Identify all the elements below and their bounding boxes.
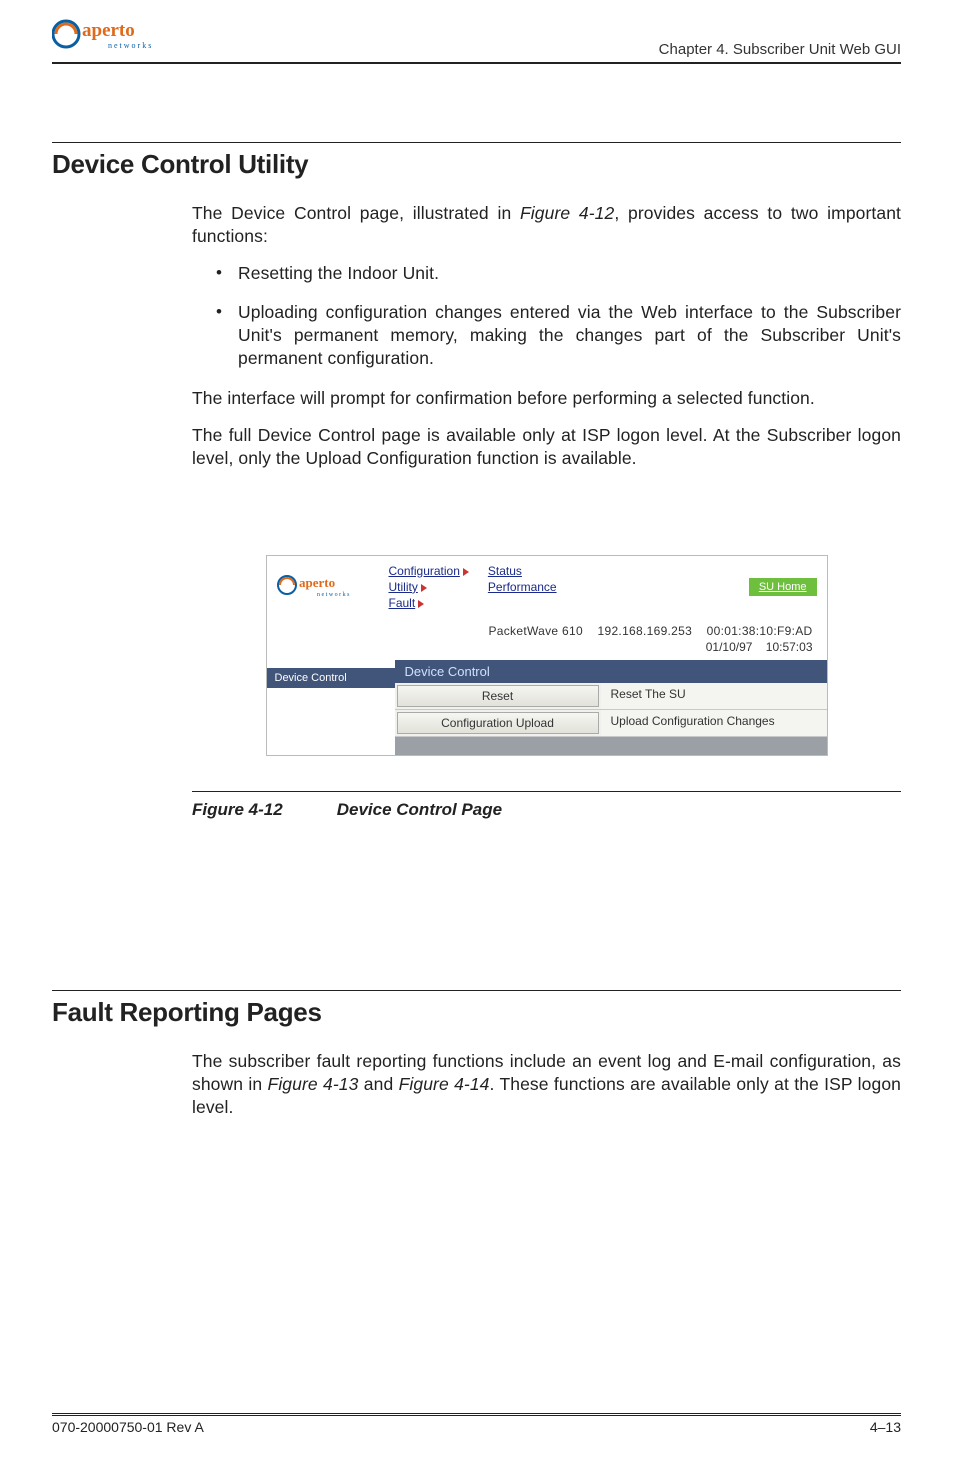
- svg-text:networks: networks: [317, 592, 351, 598]
- device-time: 10:57:03: [766, 640, 813, 654]
- bullet-upload: Uploading configuration changes entered …: [192, 301, 901, 370]
- sidebar-item-device-control[interactable]: Device Control: [267, 668, 395, 688]
- figure-number: Figure 4-12: [192, 800, 332, 820]
- screenshot-logo: aperto networks: [277, 570, 373, 603]
- page-header: aperto networks Chapter 4. Subscriber Un…: [52, 18, 901, 64]
- figure-ref-4-12: Figure 4-12: [520, 203, 614, 223]
- panel-footer-bar: [395, 737, 827, 755]
- main-panel: Device Control Reset Reset The SU Config…: [395, 660, 827, 755]
- top-nav-links: Configuration Utility Fault Status Perfo…: [389, 564, 733, 610]
- reset-label: Reset The SU: [601, 683, 827, 709]
- chapter-label: Chapter 4. Subscriber Unit Web GUI: [659, 41, 901, 58]
- section-title-fault-reporting: Fault Reporting Pages: [52, 997, 901, 1028]
- figure-4-12: aperto networks Configuration Utility Fa…: [192, 556, 901, 820]
- device-mac: 00:01:38:10:F9:AD: [707, 624, 813, 638]
- section1-para2: The interface will prompt for confirmati…: [192, 387, 901, 410]
- su-home-button[interactable]: SU Home: [749, 578, 817, 596]
- logo-text-sub: networks: [108, 41, 153, 50]
- figure-title: Device Control Page: [337, 800, 502, 819]
- screenshot-device-control: aperto networks Configuration Utility Fa…: [267, 556, 827, 755]
- device-model: PacketWave 610: [488, 624, 582, 638]
- footer-page-number: 4–13: [870, 1419, 901, 1435]
- figure-4-12-caption: Figure 4-12 Device Control Page: [192, 800, 901, 820]
- footer-doc-id: 070-20000750-01 Rev A: [52, 1419, 204, 1435]
- panel-title: Device Control: [395, 660, 827, 683]
- device-date: 01/10/97: [706, 640, 753, 654]
- arrow-icon: [463, 568, 469, 576]
- control-row-upload: Configuration Upload Upload Configuratio…: [395, 710, 827, 737]
- device-ip: 192.168.169.253: [598, 624, 693, 638]
- page-footer: 070-20000750-01 Rev A 4–13: [52, 1415, 901, 1435]
- config-upload-label: Upload Configuration Changes: [601, 710, 827, 736]
- arrow-icon: [421, 584, 427, 592]
- svg-text:aperto: aperto: [299, 575, 335, 590]
- reset-button[interactable]: Reset: [397, 685, 599, 707]
- config-upload-button[interactable]: Configuration Upload: [397, 712, 599, 734]
- figure-rule: [192, 791, 901, 792]
- nav-configuration[interactable]: Configuration: [389, 564, 460, 578]
- figure-ref-4-13: Figure 4-13: [268, 1074, 359, 1094]
- bullet-reset: Resetting the Indoor Unit.: [192, 262, 901, 285]
- section-rule: [52, 990, 901, 991]
- section1-intro: The Device Control page, illustrated in …: [192, 202, 901, 248]
- device-info-line2: 01/10/97 10:57:03: [267, 640, 827, 660]
- nav-status[interactable]: Status: [488, 564, 557, 578]
- section2-para: The subscriber fault reporting functions…: [192, 1050, 901, 1119]
- nav-fault[interactable]: Fault: [389, 596, 416, 610]
- nav-utility[interactable]: Utility: [389, 580, 418, 594]
- section-rule: [52, 142, 901, 143]
- figure-ref-4-14: Figure 4-14: [399, 1074, 490, 1094]
- section2-body: The subscriber fault reporting functions…: [192, 1050, 901, 1119]
- section1-para3: The full Device Control page is availabl…: [192, 424, 901, 470]
- section1-body: The Device Control page, illustrated in …: [192, 202, 901, 470]
- section-title-device-control: Device Control Utility: [52, 149, 901, 180]
- nav-performance[interactable]: Performance: [488, 580, 557, 594]
- arrow-icon: [418, 600, 424, 608]
- device-info-line1: PacketWave 610 192.168.169.253 00:01:38:…: [267, 610, 827, 640]
- logo-text-top: aperto: [82, 20, 135, 41]
- control-row-reset: Reset Reset The SU: [395, 683, 827, 710]
- sidebar: Device Control: [267, 660, 395, 755]
- brand-logo: aperto networks: [52, 14, 172, 54]
